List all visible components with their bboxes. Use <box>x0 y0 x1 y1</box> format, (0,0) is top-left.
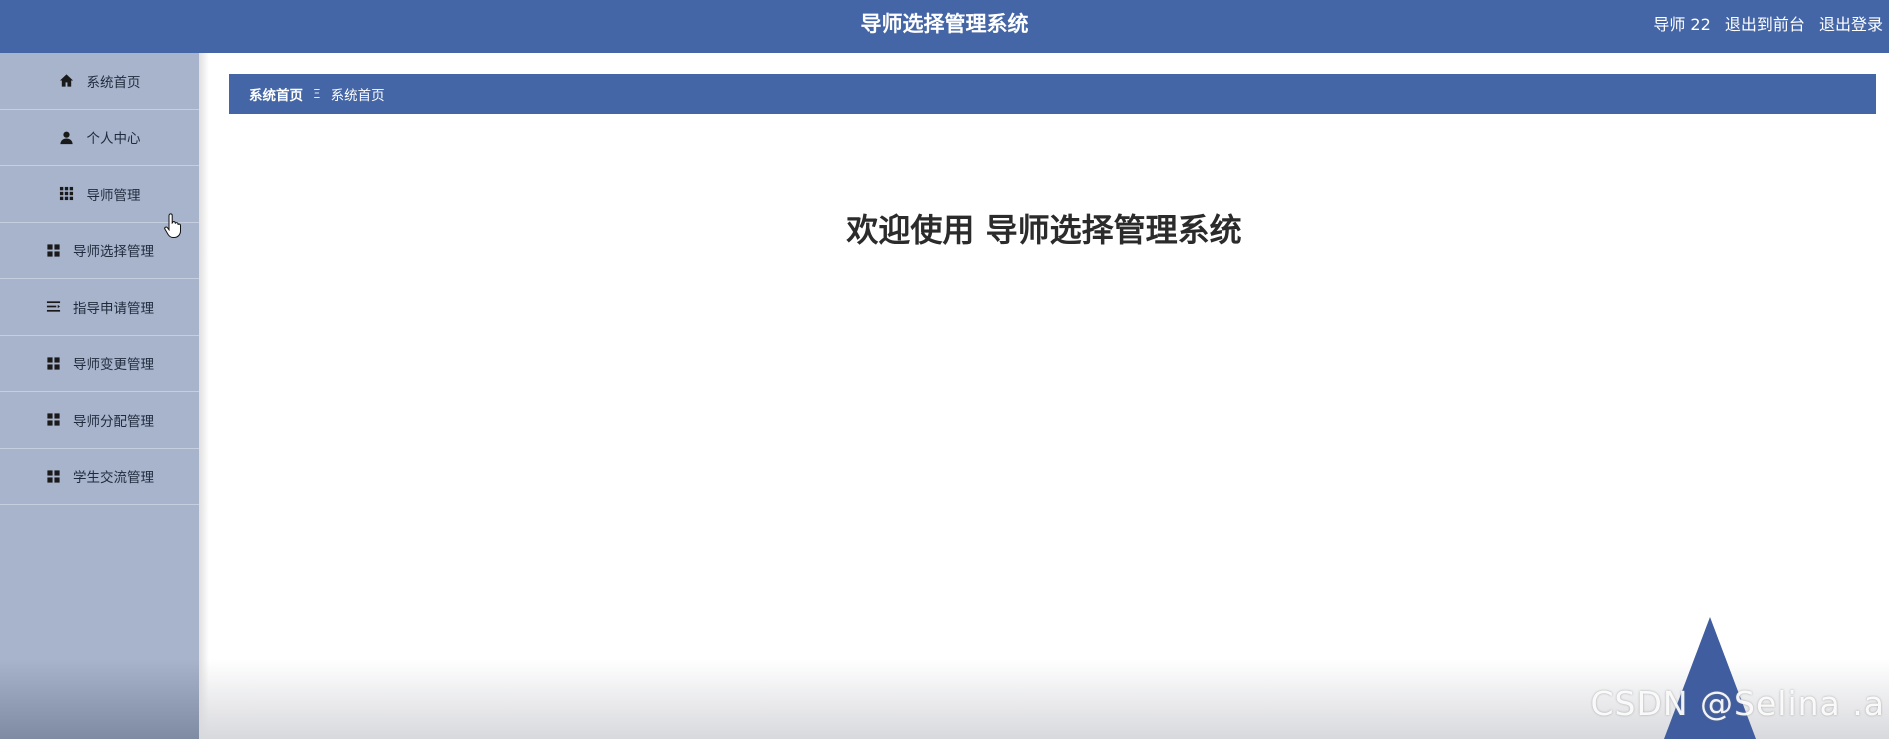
breadcrumb-separator-icon: Ξ <box>313 87 321 101</box>
user-label: 导师 22 <box>1653 15 1711 34</box>
welcome-heading: 欢迎使用 导师选择管理系统 <box>846 211 1242 249</box>
apps-icon <box>45 412 61 428</box>
sidebar-item-home[interactable]: 系统首页 <box>0 53 199 110</box>
home-icon <box>59 73 75 89</box>
sidebar-item-label: 导师选择管理 <box>73 244 154 261</box>
breadcrumb: 系统首页 Ξ 系统首页 <box>229 74 1876 114</box>
sidebar-item-student-communication[interactable]: 学生交流管理 <box>0 449 199 505</box>
main-edge-shadow <box>199 53 209 739</box>
apps-icon <box>45 468 61 484</box>
logout-link[interactable]: 退出登录 <box>1819 15 1883 34</box>
sidebar-item-label: 导师分配管理 <box>73 413 154 430</box>
list-icon <box>45 299 61 315</box>
sidebar-item-label: 指导申请管理 <box>73 300 154 317</box>
breadcrumb-current: 系统首页 <box>330 88 385 104</box>
sidebar-item-label: 系统首页 <box>86 74 141 91</box>
user-icon <box>59 129 75 145</box>
breadcrumb-home[interactable]: 系统首页 <box>249 84 303 104</box>
top-header: 导师选择管理系统 导师 22 退出到前台 退出登录 <box>0 0 1889 53</box>
sidebar-item-profile[interactable]: 个人中心 <box>0 110 199 166</box>
hand-cursor-icon <box>164 213 181 238</box>
apps-icon <box>45 355 61 371</box>
app-title: 导师选择管理系统 <box>860 12 1029 36</box>
sidebar-item-tutor-change[interactable]: 导师变更管理 <box>0 336 199 392</box>
sidebar-item-tutor-allocation[interactable]: 导师分配管理 <box>0 392 199 449</box>
watermark: CSDN @Selina .a <box>1590 684 1885 723</box>
sidebar-item-label: 导师管理 <box>86 187 141 204</box>
sidebar: 系统首页 个人中心 导师管理 导师选择管理 指导申请管理 导师变更管理 导师分配… <box>0 53 199 739</box>
sidebar-item-label: 个人中心 <box>86 131 141 148</box>
sidebar-item-label: 学生交流管理 <box>73 470 154 487</box>
sidebar-bottom-shade <box>0 659 199 739</box>
grid-icon <box>59 186 75 202</box>
apps-icon <box>45 242 61 258</box>
user-area: 导师 22 退出到前台 退出登录 <box>1644 0 1883 49</box>
sidebar-item-label: 导师变更管理 <box>73 357 154 374</box>
sidebar-item-guidance-application[interactable]: 指导申请管理 <box>0 279 199 336</box>
back-to-front-link[interactable]: 退出到前台 <box>1725 15 1805 34</box>
